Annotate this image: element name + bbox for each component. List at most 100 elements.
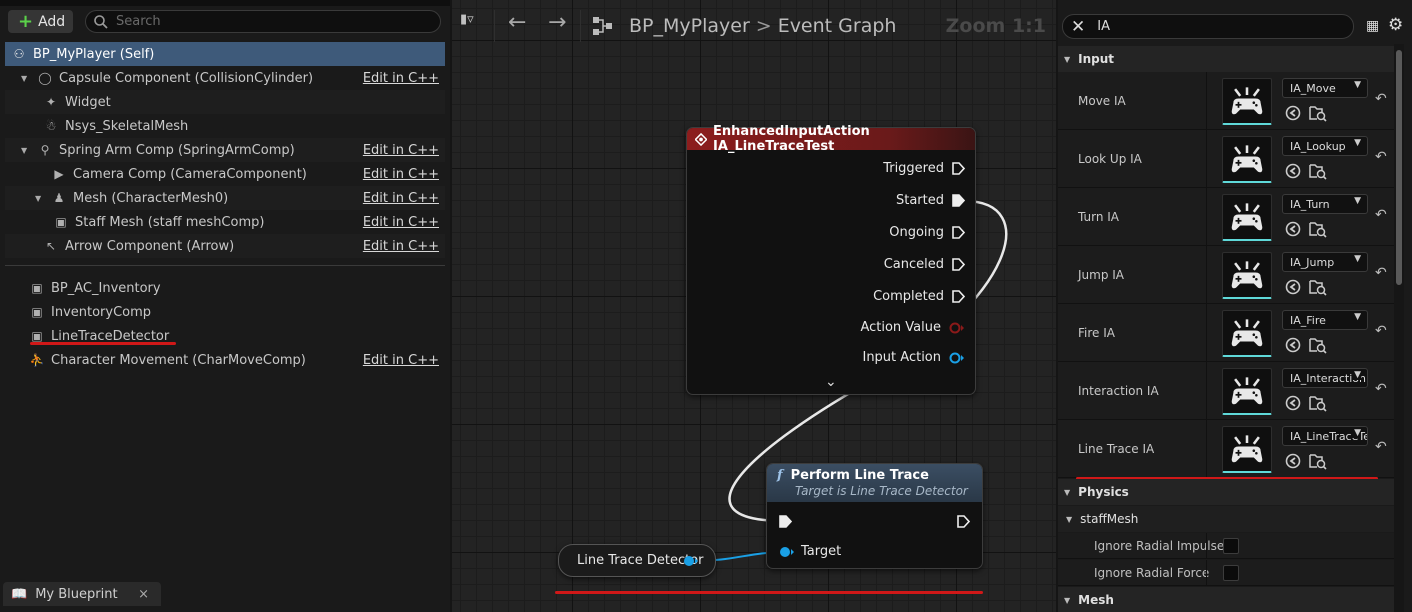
line-trace-detector-variable-node[interactable]: Line Trace Detector <box>558 544 716 577</box>
category-staff-mesh[interactable]: ▼ staffMesh <box>1058 506 1394 532</box>
collapse-arrow-icon[interactable]: ▼ <box>21 146 31 155</box>
tree-item-camera[interactable]: ▶ Camera Comp (CameraComponent) Edit in … <box>5 162 445 186</box>
clear-search-icon[interactable]: ✕ <box>1071 17 1085 37</box>
collapse-arrow-icon[interactable]: ▼ <box>35 194 45 203</box>
gamepad-icon[interactable] <box>1222 252 1272 299</box>
tree-item-spring-arm[interactable]: ▼ ⚲ Spring Arm Comp (SpringArmComp) Edit… <box>5 138 445 162</box>
collapse-arrow-icon[interactable]: ▼ <box>1066 515 1072 524</box>
tree-item-arrow[interactable]: ↖ Arrow Component (Arrow) Edit in C++ <box>5 234 445 258</box>
edit-in-cpp-link[interactable]: Edit in C++ <box>363 167 439 182</box>
pin-target[interactable]: Target <box>779 544 841 559</box>
exec-pin-icon[interactable] <box>952 162 965 175</box>
use-selected-asset-icon[interactable] <box>1285 221 1301 237</box>
exec-pin-icon[interactable] <box>952 226 965 239</box>
pin-action-value[interactable]: Action Value <box>860 320 965 335</box>
collapse-arrow-icon[interactable]: ▼ <box>21 74 31 83</box>
gamepad-icon[interactable] <box>1222 426 1272 473</box>
pin-input-action[interactable]: Input Action <box>862 350 965 365</box>
chevron-down-icon[interactable]: ⌄ <box>825 374 837 390</box>
browse-asset-icon[interactable] <box>1309 220 1327 238</box>
tree-item-staff-mesh[interactable]: ▣ Staff Mesh (staff meshComp) Edit in C+… <box>5 210 445 234</box>
collapse-arrow-icon[interactable]: ▼ <box>1064 596 1070 605</box>
components-search-input[interactable] <box>116 14 416 29</box>
tree-item-character-movement[interactable]: ⛹ Character Movement (CharMoveComp) Edit… <box>5 348 445 372</box>
tree-item-self[interactable]: ⚇ BP_MyPlayer (Self) <box>5 42 445 66</box>
category-physics[interactable]: ▼ Physics <box>1058 479 1394 505</box>
breadcrumb-root[interactable]: BP_MyPlayer <box>629 15 750 37</box>
gamepad-icon[interactable] <box>1222 310 1272 357</box>
edit-in-cpp-link[interactable]: Edit in C++ <box>363 191 439 206</box>
asset-picker-dropdown[interactable]: IA_Turn ▼ <box>1282 194 1368 214</box>
exec-pin-icon[interactable] <box>952 258 965 271</box>
category-mesh[interactable]: ▼ Mesh <box>1058 587 1394 612</box>
pin-completed[interactable]: Completed <box>873 289 965 304</box>
use-selected-asset-icon[interactable] <box>1285 279 1301 295</box>
reset-to-default-icon[interactable]: ↶ <box>1375 207 1387 223</box>
add-component-button[interactable]: + Add <box>8 10 73 33</box>
browse-asset-icon[interactable] <box>1309 162 1327 180</box>
perform-line-trace-node[interactable]: f Perform Line Trace Target is Line Trace… <box>766 463 983 569</box>
category-input[interactable]: ▼ Input <box>1058 46 1394 72</box>
bookmark-dropdown-button[interactable]: ▮▿ <box>460 12 474 27</box>
reset-to-default-icon[interactable]: ↶ <box>1375 439 1387 455</box>
object-pin-icon[interactable] <box>779 546 795 558</box>
enhanced-input-action-node[interactable]: EnhancedInputAction IA_LineTraceTest Tri… <box>686 124 976 395</box>
reset-to-default-icon[interactable]: ↶ <box>1375 323 1387 339</box>
close-icon[interactable]: × <box>138 587 149 602</box>
tree-item-skeletal-mesh[interactable]: ☃ Nsys_SkeletalMesh <box>5 114 445 138</box>
reset-to-default-icon[interactable]: ↶ <box>1375 265 1387 281</box>
tree-item-inventory-comp[interactable]: ▣ InventoryComp <box>5 300 445 324</box>
scrollbar-thumb[interactable] <box>1396 50 1402 285</box>
tree-item-mesh[interactable]: ▼ ♟ Mesh (CharacterMesh0) Edit in C++ <box>5 186 445 210</box>
exec-pin-icon[interactable] <box>952 290 965 303</box>
browse-asset-icon[interactable] <box>1309 104 1327 122</box>
asset-picker-dropdown[interactable]: IA_Jump ▼ <box>1282 252 1368 272</box>
use-selected-asset-icon[interactable] <box>1285 105 1301 121</box>
asset-picker-dropdown[interactable]: IA_Move ▼ <box>1282 78 1368 98</box>
edit-in-cpp-link[interactable]: Edit in C++ <box>363 71 439 86</box>
details-search-value[interactable]: IA <box>1097 19 1110 34</box>
struct-pin-icon[interactable] <box>949 322 965 334</box>
gamepad-icon[interactable] <box>1222 194 1272 241</box>
ignore-radial-impulse-checkbox[interactable] <box>1223 538 1239 554</box>
collapse-arrow-icon[interactable]: ▼ <box>1064 55 1070 64</box>
asset-picker-dropdown[interactable]: IA_LineTraceTest▼ <box>1282 426 1368 446</box>
gear-icon[interactable]: ⚙ <box>1388 15 1403 35</box>
edit-in-cpp-link[interactable]: Edit in C++ <box>363 143 439 158</box>
use-selected-asset-icon[interactable] <box>1285 163 1301 179</box>
use-selected-asset-icon[interactable] <box>1285 453 1301 469</box>
my-blueprint-tab[interactable]: 📖 My Blueprint × <box>3 582 161 606</box>
back-arrow-icon[interactable]: ← <box>508 10 526 35</box>
asset-picker-dropdown[interactable]: IA_Lookup ▼ <box>1282 136 1368 156</box>
reset-to-default-icon[interactable]: ↶ <box>1375 149 1387 165</box>
use-selected-asset-icon[interactable] <box>1285 337 1301 353</box>
reset-to-default-icon[interactable]: ↶ <box>1375 381 1387 397</box>
reset-to-default-icon[interactable]: ↶ <box>1375 91 1387 107</box>
pin-triggered[interactable]: Triggered <box>883 161 965 176</box>
gamepad-icon[interactable] <box>1222 78 1272 125</box>
edit-in-cpp-link[interactable]: Edit in C++ <box>363 239 439 254</box>
edit-in-cpp-link[interactable]: Edit in C++ <box>363 215 439 230</box>
edit-in-cpp-link[interactable]: Edit in C++ <box>363 353 439 368</box>
object-pin-icon[interactable] <box>683 555 699 567</box>
browse-asset-icon[interactable] <box>1309 336 1327 354</box>
browse-asset-icon[interactable] <box>1309 278 1327 296</box>
details-search[interactable]: ✕ IA <box>1062 14 1354 39</box>
exec-pin-icon[interactable] <box>952 194 965 207</box>
exec-in-pin-icon[interactable] <box>779 515 792 528</box>
use-selected-asset-icon[interactable] <box>1285 395 1301 411</box>
event-graph-canvas[interactable]: ▮▿ ← → BP_MyPlayer > Event Graph Zoom 1:1 … <box>452 0 1056 612</box>
collapse-arrow-icon[interactable]: ▼ <box>1064 488 1070 497</box>
gamepad-icon[interactable] <box>1222 136 1272 183</box>
pin-started[interactable]: Started <box>896 193 965 208</box>
pin-canceled[interactable]: Canceled <box>884 257 965 272</box>
tree-item-capsule[interactable]: ▼ ◯ Capsule Component (CollisionCylinder… <box>5 66 445 90</box>
browse-asset-icon[interactable] <box>1309 452 1327 470</box>
pin-ongoing[interactable]: Ongoing <box>889 225 965 240</box>
tree-item-bp-ac-inventory[interactable]: ▣ BP_AC_Inventory <box>5 276 445 300</box>
forward-arrow-icon[interactable]: → <box>548 10 566 35</box>
asset-picker-dropdown[interactable]: IA_Fire ▼ <box>1282 310 1368 330</box>
table-view-icon[interactable]: ▦ <box>1366 18 1379 34</box>
asset-picker-dropdown[interactable]: IA_Interaction ▼ <box>1282 368 1368 388</box>
browse-asset-icon[interactable] <box>1309 394 1327 412</box>
